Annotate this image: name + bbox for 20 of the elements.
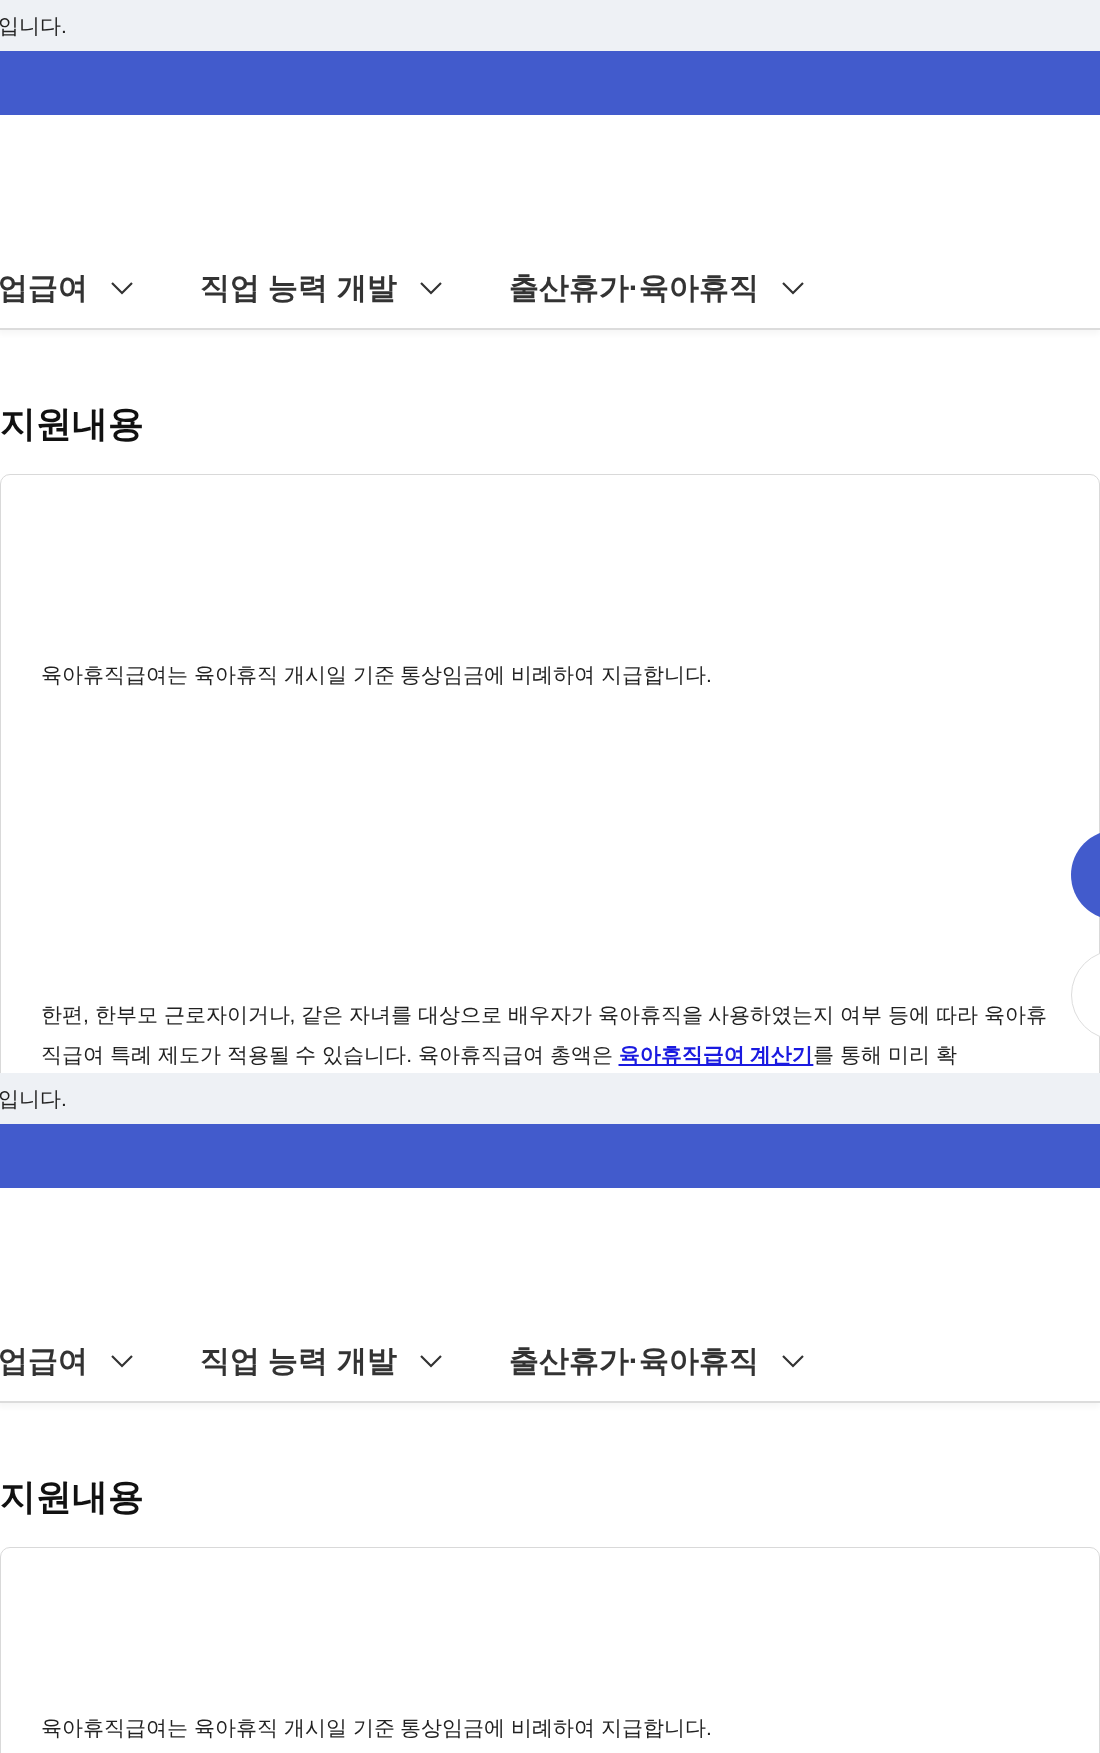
nav-menu-item[interactable]: 출산휴가·육아휴직: [508, 273, 805, 303]
nav-menu-item[interactable]: 직업 능력 개발: [200, 273, 443, 303]
chevron-down-icon: [418, 1354, 443, 1368]
section-heading: 지원내용: [0, 406, 145, 442]
nav-menu-item[interactable]: 출산휴가·육아휴직: [508, 1346, 805, 1376]
chevron-down-icon: [110, 281, 134, 295]
chevron-down-icon: [780, 1354, 805, 1368]
body-paragraph: 한편, 한부모 근로자이거나, 같은 자녀를 대상으로 배우자가 육아휴직을 사용하였는지 여부 등에 따라 육아휴직급여 특례 제도가 적용될 수 있습니다. 육아휴직급여 총액은 육아휴직급여 계산기를 통해 미리 확: [41, 1002, 1048, 1068]
nav-menu-item[interactable]: 직업 능력 개발: [200, 1346, 443, 1376]
calculator-link[interactable]: 육아휴직급여 계산기: [618, 1043, 814, 1066]
notice-text: 입니다.: [0, 1085, 67, 1112]
nav-menu-item[interactable]: 업급여: [0, 273, 134, 303]
nav-menu-item[interactable]: 업급여: [0, 1346, 134, 1376]
body-paragraph: 육아휴직급여는 육아휴직 개시일 기준 통상임금에 비례하여 지급합니다.: [41, 1715, 713, 1741]
body-paragraph: 육아휴직급여는 육아휴직 개시일 기준 통상임금에 비례하여 지급합니다.: [41, 662, 713, 688]
chevron-down-icon: [110, 1354, 134, 1368]
section-heading: 지원내용: [0, 1479, 145, 1515]
chevron-down-icon: [418, 281, 443, 295]
chevron-down-icon: [780, 281, 805, 295]
notice-text: 입니다.: [0, 12, 67, 39]
